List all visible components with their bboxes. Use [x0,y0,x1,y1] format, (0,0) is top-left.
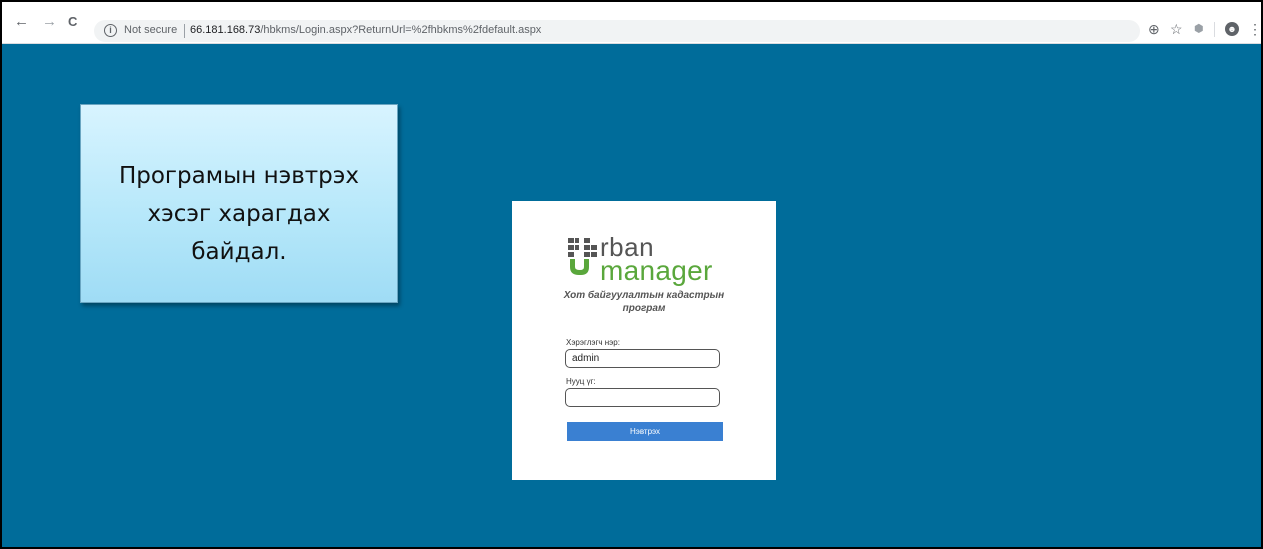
back-icon[interactable]: ← [14,14,29,29]
app-subtitle: Хот байгуулалтын кадастрын програм [512,289,776,315]
extension-shield-icon[interactable]: ⬢ [1194,21,1204,37]
username-input[interactable] [565,349,720,368]
zoom-icon[interactable]: ⊕ [1148,21,1160,37]
password-input[interactable] [565,388,720,407]
subtitle-line-2: програм [622,303,666,314]
info-icon[interactable]: i [104,24,117,37]
reload-icon[interactable]: C [68,15,77,29]
login-button[interactable]: Нэвтрэх [567,422,723,441]
password-label: Нууц үг: [566,377,596,386]
callout-text: Програмын нэвтрэх хэсэг харагдах байдал. [81,157,397,271]
callout-line-1: Програмын нэвтрэх [118,163,360,189]
toolbar-divider [1214,22,1215,37]
browser-toolbar: ← → C i Not secure 66.181.168.73/hbkms/L… [2,2,1261,44]
logo-manager-text: manager [600,255,713,286]
menu-icon[interactable]: ⋮ [1248,21,1261,37]
callout-line-2: хэсэг харагдах [147,201,331,227]
address-bar[interactable]: i Not secure 66.181.168.73/hbkms/Login.a… [94,20,1140,42]
account-icon[interactable]: ☻ [1225,22,1239,36]
login-page: Програмын нэвтрэх хэсэг харагдах байдал. [2,44,1261,547]
address-divider [184,24,185,38]
callout-line-3: байдал. [191,239,287,265]
forward-icon[interactable]: → [42,14,57,29]
url-text[interactable]: 66.181.168.73/hbkms/Login.aspx?ReturnUrl… [190,24,541,36]
security-label[interactable]: Not secure [124,24,177,36]
subtitle-line-1: Хот байгуулалтын кадастрын [563,290,725,301]
browser-window: ← → C i Not secure 66.181.168.73/hbkms/L… [0,0,1263,549]
bookmark-star-icon[interactable]: ☆ [1170,21,1183,37]
username-label: Хэрэглэгч нэр: [566,338,620,347]
logo-u-icon [568,238,597,275]
url-host: 66.181.168.73 [190,24,261,36]
urban-manager-logo: rban manager [568,232,738,286]
annotation-callout: Програмын нэвтрэх хэсэг харагдах байдал. [80,104,398,303]
url-path: /hbkms/Login.aspx?ReturnUrl=%2fhbkms%2fd… [260,24,542,36]
login-card: rban manager Хот байгуулалтын кадастрын … [512,201,776,480]
